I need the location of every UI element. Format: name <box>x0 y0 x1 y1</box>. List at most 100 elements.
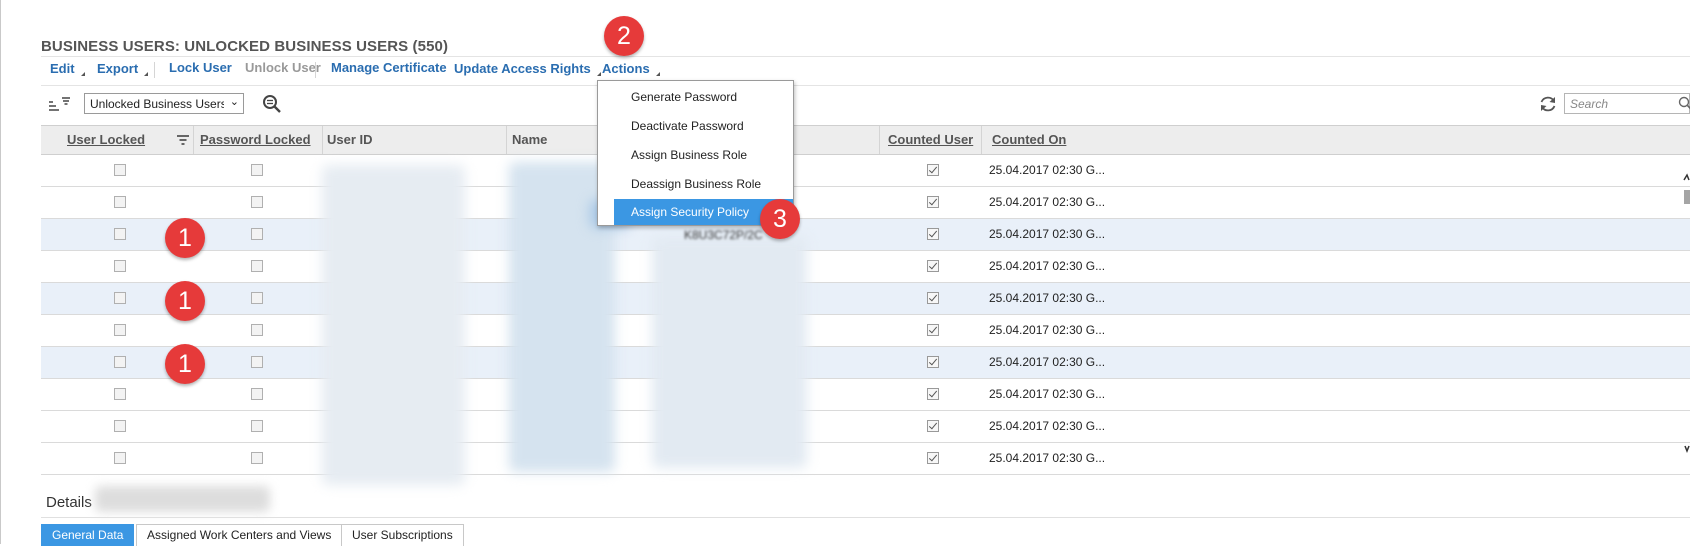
counted-on-cell: 25.04.2017 02:30 G... <box>989 259 1105 273</box>
counted-user-checkbox[interactable] <box>927 196 939 208</box>
user-locked-checkbox[interactable] <box>114 164 126 176</box>
column-divider <box>506 126 507 154</box>
page-title: BUSINESS USERS: UNLOCKED BUSINESS USERS … <box>41 38 448 55</box>
counted-user-checkbox[interactable] <box>927 228 939 240</box>
user-locked-checkbox[interactable] <box>114 324 126 336</box>
column-header-counted-on[interactable]: Counted On <box>992 126 1066 154</box>
column-header-name[interactable]: Name <box>512 126 547 154</box>
update-access-rights-menu-button[interactable]: Update Access Rights <box>454 61 601 76</box>
filter-icon[interactable] <box>177 135 189 145</box>
counted-on-cell: 25.04.2017 02:30 G... <box>989 195 1105 209</box>
menu-item-assign-business-role[interactable]: Assign Business Role <box>614 142 793 168</box>
user-locked-checkbox[interactable] <box>114 356 126 368</box>
export-label: Export <box>97 61 138 76</box>
zoom-out-icon[interactable] <box>262 94 282 114</box>
password-locked-checkbox[interactable] <box>251 196 263 208</box>
menu-arrow-icon <box>144 72 148 76</box>
scroll-up-icon[interactable] <box>1682 172 1690 182</box>
user-locked-checkbox[interactable] <box>114 420 126 432</box>
counted-on-cell: 25.04.2017 02:30 G... <box>989 291 1105 305</box>
actions-menu-button[interactable]: Actions <box>602 61 660 76</box>
lock-user-button[interactable]: Lock User <box>169 60 232 75</box>
column-header-password-locked[interactable]: Password Locked <box>200 126 311 154</box>
counted-user-checkbox[interactable] <box>927 388 939 400</box>
annotation-badge-1: 1 <box>165 218 205 258</box>
table-row[interactable]: 25.04.2017 02:30 G... <box>41 347 1690 379</box>
counted-user-checkbox[interactable] <box>927 324 939 336</box>
counted-user-checkbox[interactable] <box>927 260 939 272</box>
user-locked-checkbox[interactable] <box>114 260 126 272</box>
table-row[interactable]: 25.04.2017 02:30 G... <box>41 219 1690 251</box>
column-header-counted-user[interactable]: Counted User <box>888 126 973 154</box>
user-locked-checkbox[interactable] <box>114 388 126 400</box>
counted-on-cell: 25.04.2017 02:30 G... <box>989 419 1105 433</box>
search-icon[interactable] <box>1678 96 1690 111</box>
counted-on-cell: 25.04.2017 02:30 G... <box>989 451 1105 465</box>
partially-hidden-cell-text: K8U3C72P/2C <box>684 228 763 242</box>
search-input[interactable] <box>1565 94 1680 113</box>
counted-user-checkbox[interactable] <box>927 420 939 432</box>
refresh-icon[interactable] <box>1538 94 1558 114</box>
user-locked-checkbox[interactable] <box>114 452 126 464</box>
toolbar-separator <box>154 62 155 78</box>
table-row[interactable]: 25.04.2017 02:30 G... <box>41 411 1690 443</box>
toolbar-divider <box>41 85 1690 86</box>
table-row[interactable]: 25.04.2017 02:30 G... <box>41 155 1690 187</box>
column-divider <box>322 126 323 154</box>
password-locked-checkbox[interactable] <box>251 420 263 432</box>
user-locked-checkbox[interactable] <box>114 228 126 240</box>
user-locked-checkbox[interactable] <box>114 196 126 208</box>
tab-general-data[interactable]: General Data <box>41 524 134 546</box>
annotation-badge-1: 1 <box>165 281 205 321</box>
user-locked-checkbox[interactable] <box>114 292 126 304</box>
redacted-extra-column <box>652 236 807 468</box>
edit-label: Edit <box>50 61 75 76</box>
table-row[interactable]: 25.04.2017 02:30 G... <box>41 251 1690 283</box>
search-field[interactable] <box>1564 93 1690 114</box>
actions-dropdown-menu: Generate Password Deactivate Password As… <box>597 80 794 226</box>
table-row[interactable]: 25.04.2017 02:30 G... <box>41 379 1690 411</box>
password-locked-checkbox[interactable] <box>251 260 263 272</box>
column-header-user-id[interactable]: User ID <box>327 126 373 154</box>
password-locked-checkbox[interactable] <box>251 356 263 368</box>
tab-user-subscriptions[interactable]: User Subscriptions <box>341 524 464 546</box>
counted-on-cell: 25.04.2017 02:30 G... <box>989 355 1105 369</box>
counted-user-checkbox[interactable] <box>927 356 939 368</box>
menu-arrow-icon <box>81 72 85 76</box>
menu-item-deassign-business-role[interactable]: Deassign Business Role <box>614 171 793 197</box>
actions-label: Actions <box>602 61 650 76</box>
unlock-user-button[interactable]: Unlock User <box>245 60 321 75</box>
table-row[interactable]: 25.04.2017 02:30 G... <box>41 187 1690 219</box>
table-row[interactable]: 25.04.2017 02:30 G... <box>41 443 1690 475</box>
password-locked-checkbox[interactable] <box>251 388 263 400</box>
window-left-border <box>0 0 1 544</box>
export-menu-button[interactable]: Export <box>97 61 148 76</box>
password-locked-checkbox[interactable] <box>251 324 263 336</box>
details-heading: Details <box>46 494 92 511</box>
table-row[interactable]: 25.04.2017 02:30 G... <box>41 283 1690 315</box>
counted-user-checkbox[interactable] <box>927 452 939 464</box>
annotation-badge-2: 2 <box>604 16 644 56</box>
password-locked-checkbox[interactable] <box>251 228 263 240</box>
view-select-value: Unlocked Business Users <box>90 97 224 111</box>
annotation-badge-3: 3 <box>760 199 800 239</box>
column-header-user-locked[interactable]: User Locked <box>67 126 145 154</box>
password-locked-checkbox[interactable] <box>251 452 263 464</box>
counted-user-checkbox[interactable] <box>927 292 939 304</box>
password-locked-checkbox[interactable] <box>251 292 263 304</box>
chevron-down-icon: ⌄ <box>230 95 239 108</box>
menu-item-deactivate-password[interactable]: Deactivate Password <box>614 113 793 139</box>
update-access-rights-label: Update Access Rights <box>454 61 591 76</box>
menu-item-generate-password[interactable]: Generate Password <box>614 84 793 110</box>
view-select[interactable]: Unlocked Business Users ⌄ <box>84 93 244 114</box>
counted-user-checkbox[interactable] <box>927 164 939 176</box>
scrollbar-thumb[interactable] <box>1684 190 1690 204</box>
scroll-down-icon[interactable] <box>1684 444 1690 454</box>
tab-assigned-work-centers-and-views[interactable]: Assigned Work Centers and Views <box>136 524 342 546</box>
edit-menu-button[interactable]: Edit <box>50 61 85 76</box>
password-locked-checkbox[interactable] <box>251 164 263 176</box>
counted-on-cell: 25.04.2017 02:30 G... <box>989 323 1105 337</box>
manage-certificate-button[interactable]: Manage Certificate <box>331 60 447 75</box>
sort-icon[interactable] <box>47 95 71 115</box>
table-row[interactable]: 25.04.2017 02:30 G... <box>41 315 1690 347</box>
